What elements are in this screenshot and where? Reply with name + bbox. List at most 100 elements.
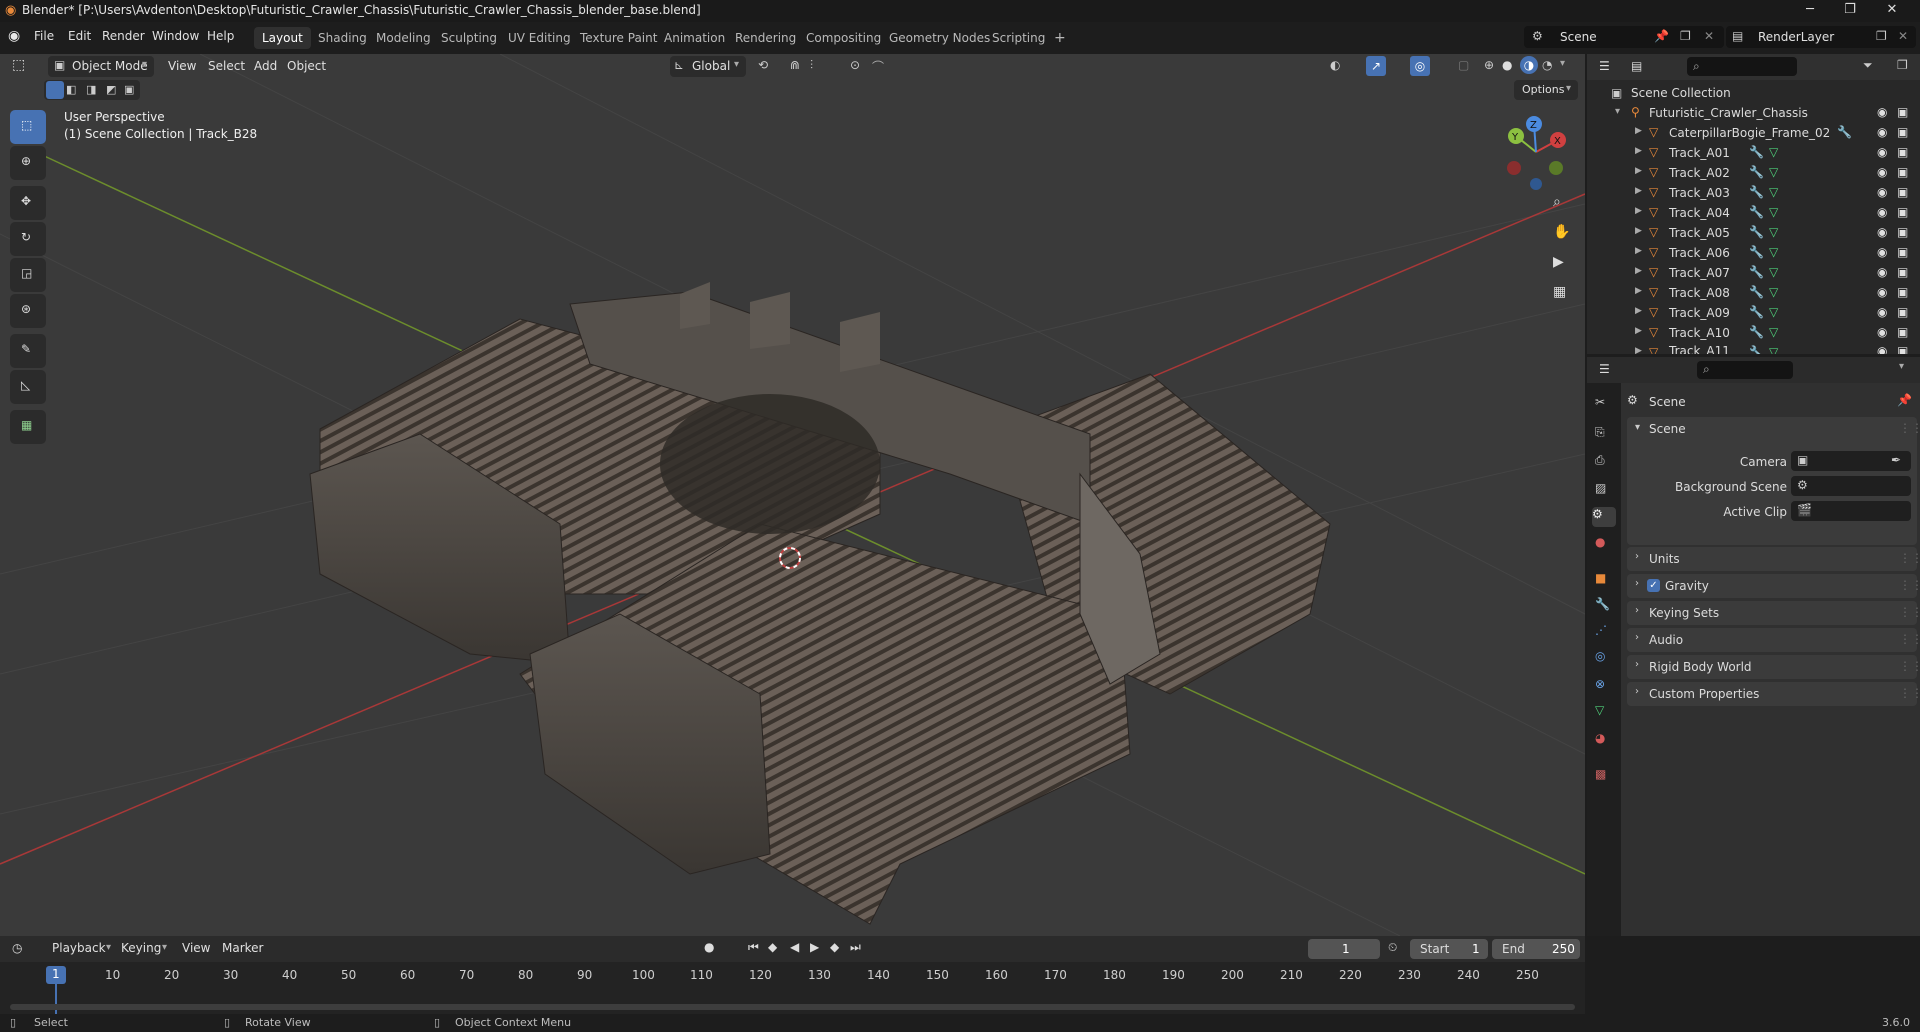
drag-handle-icon[interactable]: ⋮⋮ [1899, 578, 1920, 592]
transform-orientation-dropdown[interactable]: ⊾ Global ▾ [670, 56, 746, 77]
gravity-panel[interactable]: › ✓ Gravity ⋮⋮ [1627, 574, 1920, 598]
tool-tab-icon[interactable]: ✂ [1595, 395, 1615, 415]
new-scene-icon[interactable]: ❐ [1680, 29, 1691, 43]
measure-tool[interactable]: ◺ [10, 370, 46, 404]
render-camera-icon[interactable]: ▣ [1897, 305, 1908, 319]
editor-type-icon[interactable]: ◷ [12, 941, 22, 955]
pin-icon[interactable]: 📌 [1897, 393, 1912, 407]
close-button[interactable]: ✕ [1872, 0, 1912, 22]
modifier-wrench-icon[interactable]: 🔧 [1749, 225, 1764, 239]
list-item[interactable]: ▶ ▽ Track_A09 🔧 ▽ ◉ ▣ [1587, 304, 1920, 324]
playhead[interactable]: 1 [46, 966, 66, 984]
record-icon[interactable]: ● [704, 940, 714, 954]
delete-view-layer-icon[interactable]: ✕ [1898, 29, 1908, 43]
expand-arrow-icon[interactable]: ▶ [1635, 286, 1642, 296]
tab-layout[interactable]: Layout [254, 27, 311, 49]
keying-sets-panel[interactable]: › Keying Sets ⋮⋮ [1627, 601, 1920, 625]
proportional-edit-icon[interactable]: ⊙ [850, 58, 860, 72]
editor-type-icon[interactable]: ☰ [1599, 362, 1610, 376]
modifier-wrench-icon[interactable]: 🔧 [1749, 205, 1764, 219]
rendered-shading-icon[interactable]: ◔ [1542, 58, 1552, 72]
options-dropdown[interactable]: Options ▾ [1514, 80, 1578, 100]
render-camera-icon[interactable]: ▣ [1897, 285, 1908, 299]
material-shading-icon[interactable]: ◑ [1520, 56, 1538, 74]
current-frame-field[interactable]: 1 [1308, 939, 1380, 959]
end-frame-field[interactable]: End 250 [1492, 939, 1580, 959]
ortho-toggle-icon[interactable]: ▦ [1553, 284, 1566, 300]
render-camera-icon[interactable]: ▣ [1897, 225, 1908, 239]
add-workspace-button[interactable]: + [1046, 27, 1074, 49]
mesh-data-icon[interactable]: ▽ [1769, 325, 1778, 339]
transform-tool[interactable]: ⊛ [10, 294, 46, 328]
audio-panel[interactable]: › Audio ⋮⋮ [1627, 628, 1920, 652]
mesh-data-icon[interactable]: ▽ [1769, 245, 1778, 259]
mesh-data-icon[interactable]: ▽ [1769, 345, 1778, 354]
camera-field[interactable]: ▣ ✒ [1791, 451, 1911, 471]
jump-end-icon[interactable]: ⏭ [850, 940, 861, 955]
render-camera-icon[interactable]: ▣ [1897, 125, 1908, 139]
menu-file[interactable]: File [34, 29, 54, 43]
drag-handle-icon[interactable]: ⋮⋮ [1899, 686, 1920, 700]
viewport-scene[interactable] [0, 54, 1585, 936]
world-tab-icon[interactable]: ● [1595, 535, 1615, 555]
mesh-data-icon[interactable]: ▽ [1769, 265, 1778, 279]
modifier-wrench-icon[interactable]: 🔧 [1749, 305, 1764, 319]
view-layer-tab-icon[interactable]: ▨ [1595, 481, 1615, 501]
visibility-eye-icon[interactable]: ◉ [1877, 305, 1887, 319]
scene-tab-icon[interactable]: ⚙ [1592, 507, 1616, 527]
tab-geometry-nodes[interactable]: Geometry Nodes [881, 27, 998, 49]
display-mode-icon[interactable]: ▤ [1631, 59, 1642, 73]
zoom-icon[interactable]: ⌕ [1553, 194, 1561, 210]
texture-tab-icon[interactable]: ▩ [1595, 767, 1615, 787]
drag-handle-icon[interactable]: ⋮⋮ [1899, 605, 1920, 619]
select-new-icon[interactable] [46, 81, 64, 99]
select-invert-icon[interactable]: ◩ [106, 83, 116, 96]
list-item[interactable]: ▶ ▽ Track_A07 🔧 ▽ ◉ ▣ [1587, 264, 1920, 284]
timeline-menu-keying[interactable]: Keying [121, 941, 161, 955]
menu-help[interactable]: Help [207, 29, 234, 43]
tab-animation[interactable]: Animation [656, 27, 733, 49]
visibility-eye-icon[interactable]: ◉ [1877, 105, 1887, 119]
expand-arrow-icon[interactable]: ▶ [1635, 246, 1642, 256]
menu-render[interactable]: Render [102, 29, 145, 43]
scene-collection-label[interactable]: Scene Collection [1631, 86, 1731, 100]
play-icon[interactable]: ▶ [810, 940, 819, 954]
modifier-tab-icon[interactable]: 🔧 [1595, 597, 1615, 617]
units-panel[interactable]: › Units ⋮⋮ [1627, 547, 1920, 571]
render-camera-icon[interactable]: ▣ [1897, 325, 1908, 339]
render-camera-icon[interactable]: ▣ [1897, 344, 1908, 354]
mesh-data-icon[interactable]: ▽ [1769, 145, 1778, 159]
mode-dropdown[interactable]: ▣ Object Mode ▾ [48, 56, 154, 77]
add-cube-tool[interactable]: ▦ [10, 410, 46, 444]
tab-modeling[interactable]: Modeling [368, 27, 439, 49]
chevron-down-icon[interactable]: ▾ [1635, 422, 1640, 433]
visibility-eye-icon[interactable]: ◉ [1877, 325, 1887, 339]
modifier-wrench-icon[interactable]: 🔧 [1749, 185, 1764, 199]
timeline-menu-playback[interactable]: Playback [52, 941, 106, 955]
mesh-data-icon[interactable]: ▽ [1769, 185, 1778, 199]
list-item[interactable]: ▶ ▽ CaterpillarBogie_Frame_02 🔧 ◉ ▣ [1587, 124, 1920, 144]
wireframe-shading-icon[interactable]: ⊕ [1484, 58, 1494, 72]
menu-edit[interactable]: Edit [68, 29, 91, 43]
tab-uv-editing[interactable]: UV Editing [500, 27, 579, 49]
list-item[interactable]: ▶ ▽ Track_A02 🔧 ▽ ◉ ▣ [1587, 164, 1920, 184]
drag-handle-icon[interactable]: ⋮⋮ [1899, 421, 1920, 435]
expand-arrow-icon[interactable]: ▾ [1615, 106, 1620, 117]
constraints-tab-icon[interactable]: ⊗ [1595, 677, 1615, 697]
background-scene-field[interactable]: ⚙ [1791, 476, 1911, 496]
filter-icon[interactable]: ⏷ [1863, 58, 1873, 73]
drag-handle-icon[interactable]: ⋮⋮ [1899, 659, 1920, 673]
render-camera-icon[interactable]: ▣ [1897, 205, 1908, 219]
editor-type-icon[interactable]: ☰ [1599, 59, 1610, 73]
expand-arrow-icon[interactable]: ▶ [1635, 206, 1642, 216]
render-camera-icon[interactable]: ▣ [1897, 145, 1908, 159]
scale-tool[interactable]: ◲ [10, 258, 46, 292]
prev-keyframe-icon[interactable]: ◆ [768, 940, 777, 954]
new-view-layer-icon[interactable]: ❐ [1876, 29, 1887, 43]
list-item[interactable]: ▶ ▽ Track_A06 🔧 ▽ ◉ ▣ [1587, 244, 1920, 264]
object-tab-icon[interactable]: ■ [1595, 571, 1615, 591]
start-frame-field[interactable]: Start 1 [1410, 939, 1488, 959]
xray-icon[interactable]: ▢ [1458, 58, 1469, 72]
tab-shading[interactable]: Shading [310, 27, 375, 49]
render-camera-icon[interactable]: ▣ [1897, 245, 1908, 259]
